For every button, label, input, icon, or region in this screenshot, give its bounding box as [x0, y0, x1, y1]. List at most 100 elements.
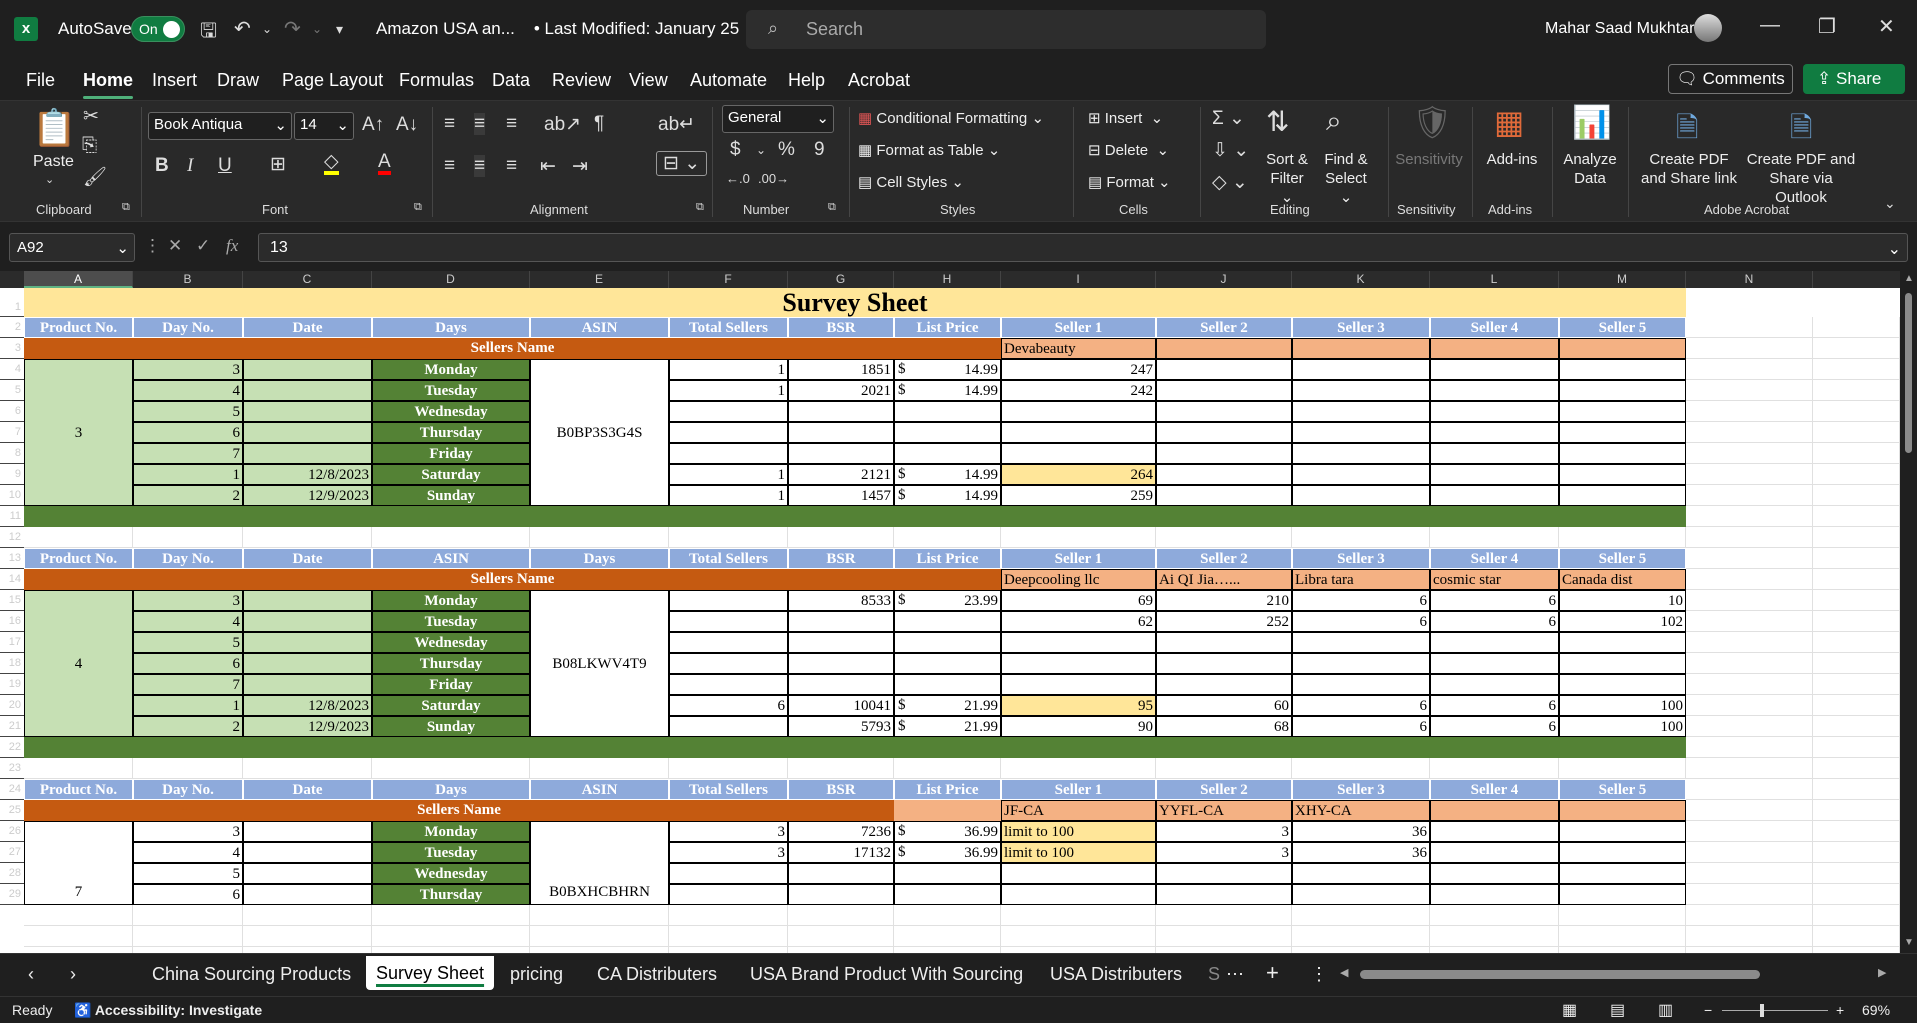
tab-usa-brand-product[interactable]: USA Brand Product With Sourcing [750, 964, 1023, 985]
seller-4-value[interactable] [1430, 842, 1559, 863]
seller-1-value[interactable] [1001, 422, 1156, 443]
day-number[interactable]: 3 [133, 590, 243, 611]
seller-4-value[interactable] [1430, 485, 1559, 506]
column-title[interactable]: Day No. [133, 548, 243, 569]
seller-4-value[interactable] [1430, 443, 1559, 464]
seller-3-value[interactable] [1292, 422, 1430, 443]
day-number[interactable]: 1 [133, 464, 243, 485]
column-title[interactable]: Seller 5 [1559, 317, 1686, 338]
underline-icon[interactable]: U [218, 155, 232, 177]
seller-3-value[interactable]: 36 [1292, 821, 1430, 842]
align-top-icon[interactable]: ≡ [444, 113, 455, 135]
seller-3-value[interactable] [1292, 443, 1430, 464]
seller-3-value[interactable] [1292, 884, 1430, 905]
day-number[interactable]: 7 [133, 443, 243, 464]
zoom-out-icon[interactable]: − [1704, 1002, 1712, 1018]
row-header[interactable]: 3 [0, 338, 24, 359]
column-title[interactable]: Days [372, 317, 530, 338]
document-title[interactable]: Amazon USA an... • Last Modified: Januar… [376, 19, 758, 39]
day-number[interactable]: 4 [133, 380, 243, 401]
day-number[interactable]: 4 [133, 842, 243, 863]
column-title[interactable]: BSR [788, 779, 894, 800]
seller-5-value[interactable] [1559, 401, 1686, 422]
menu-home[interactable]: Home [83, 70, 134, 99]
name-box[interactable]: A92 ⌄ [9, 233, 135, 262]
row-header[interactable]: 4 [0, 359, 24, 380]
day-name[interactable]: Saturday [372, 464, 530, 485]
column-title[interactable]: Day No. [133, 317, 243, 338]
row-header[interactable]: 14 [0, 569, 24, 590]
bold-icon[interactable]: B [155, 155, 169, 177]
search-box[interactable]: ⌕ Search [746, 10, 1266, 49]
day-number[interactable]: 5 [133, 632, 243, 653]
row-header[interactable]: 27 [0, 842, 24, 863]
user-name[interactable]: Mahar Saad Mukhtar [1545, 20, 1694, 38]
create-pdf-share-link-button[interactable]: Create PDF and Share link [1636, 150, 1742, 188]
day-number[interactable]: 6 [133, 884, 243, 905]
seller-5-value[interactable] [1559, 485, 1686, 506]
day-name[interactable]: Friday [372, 443, 530, 464]
seller-2-value[interactable]: 3 [1156, 821, 1292, 842]
seller-4-value[interactable] [1430, 884, 1559, 905]
column-title[interactable]: Seller 3 [1292, 779, 1430, 800]
seller-1-value[interactable] [1001, 884, 1156, 905]
minimize-icon[interactable]: — [1760, 14, 1780, 37]
undo-icon[interactable]: ↶ [234, 16, 251, 41]
column-header[interactable]: J [1156, 271, 1292, 288]
accessibility-status[interactable]: ♿ Accessibility: Investigate [74, 1002, 262, 1019]
total-sellers[interactable] [669, 443, 788, 464]
column-header[interactable]: A [24, 271, 133, 288]
seller-1-value[interactable]: 264 [1001, 464, 1156, 485]
increase-indent-icon[interactable]: ⇥ [572, 155, 588, 178]
addins-icon[interactable]: ▦ [1494, 103, 1524, 141]
seller-5-value[interactable] [1559, 863, 1686, 884]
list-price[interactable]: 21.99 [894, 695, 1001, 716]
scroll-down-icon[interactable]: ▼ [1904, 937, 1914, 948]
seller-1-value[interactable]: 62 [1001, 611, 1156, 632]
list-price[interactable] [894, 401, 1001, 422]
increase-font-icon[interactable]: A↑ [362, 114, 384, 136]
create-pdf-icon[interactable]: 🗎 [1676, 107, 1699, 155]
date[interactable] [243, 842, 372, 863]
day-name[interactable]: Wednesday [372, 632, 530, 653]
seller-4-value[interactable] [1430, 863, 1559, 884]
column-title[interactable]: Date [243, 317, 372, 338]
seller-name[interactable]: YYFL-CA [1156, 800, 1292, 821]
seller-4-value[interactable]: 6 [1430, 590, 1559, 611]
menu-data[interactable]: Data [492, 70, 530, 91]
column-title[interactable]: Seller 4 [1430, 548, 1559, 569]
seller-name[interactable]: cosmic star [1430, 569, 1559, 590]
seller-1-value[interactable]: limit to 100 [1001, 821, 1156, 842]
row-header[interactable]: 19 [0, 674, 24, 695]
product-number[interactable]: 4 [24, 590, 133, 737]
list-price[interactable] [894, 884, 1001, 905]
total-sellers[interactable] [669, 611, 788, 632]
column-header[interactable]: B [133, 271, 243, 288]
redo-icon[interactable]: ↷ [284, 16, 301, 41]
seller-5-value[interactable]: 100 [1559, 716, 1686, 737]
scroll-right-icon[interactable]: ▶ [1878, 966, 1886, 979]
decrease-font-icon[interactable]: A↓ [396, 114, 418, 136]
date[interactable] [243, 674, 372, 695]
sensitivity-icon[interactable]: 🛡 [1412, 103, 1453, 141]
seller-3-value[interactable] [1292, 674, 1430, 695]
list-price[interactable] [894, 422, 1001, 443]
row-header[interactable]: 15 [0, 590, 24, 611]
autosum-icon[interactable]: Σ ⌄ [1212, 107, 1245, 130]
analyze-data-button[interactable]: Analyze Data [1558, 150, 1622, 188]
column-header[interactable]: C [243, 271, 372, 288]
column-title[interactable]: Date [243, 548, 372, 569]
asin[interactable]: B0BP3S3G4S [530, 359, 669, 506]
column-title[interactable]: Seller 4 [1430, 317, 1559, 338]
date[interactable] [243, 359, 372, 380]
menu-page-layout[interactable]: Page Layout [282, 70, 383, 91]
row-header[interactable]: 18 [0, 653, 24, 674]
bsr[interactable]: 10041 [788, 695, 894, 716]
row-header[interactable]: 16 [0, 611, 24, 632]
column-header[interactable]: G [788, 271, 894, 288]
seller-5-value[interactable] [1559, 632, 1686, 653]
product-number[interactable]: 3 [24, 359, 133, 506]
worksheet-grid[interactable]: ABCDEFGHIJKLMN 1 2 3 4 5 6 7 8 9 10 11 12 13 14 15 16 17… [0, 271, 1900, 953]
seller-name[interactable]: Deepcooling llc [1001, 569, 1156, 590]
column-title[interactable]: List Price [894, 317, 1001, 338]
